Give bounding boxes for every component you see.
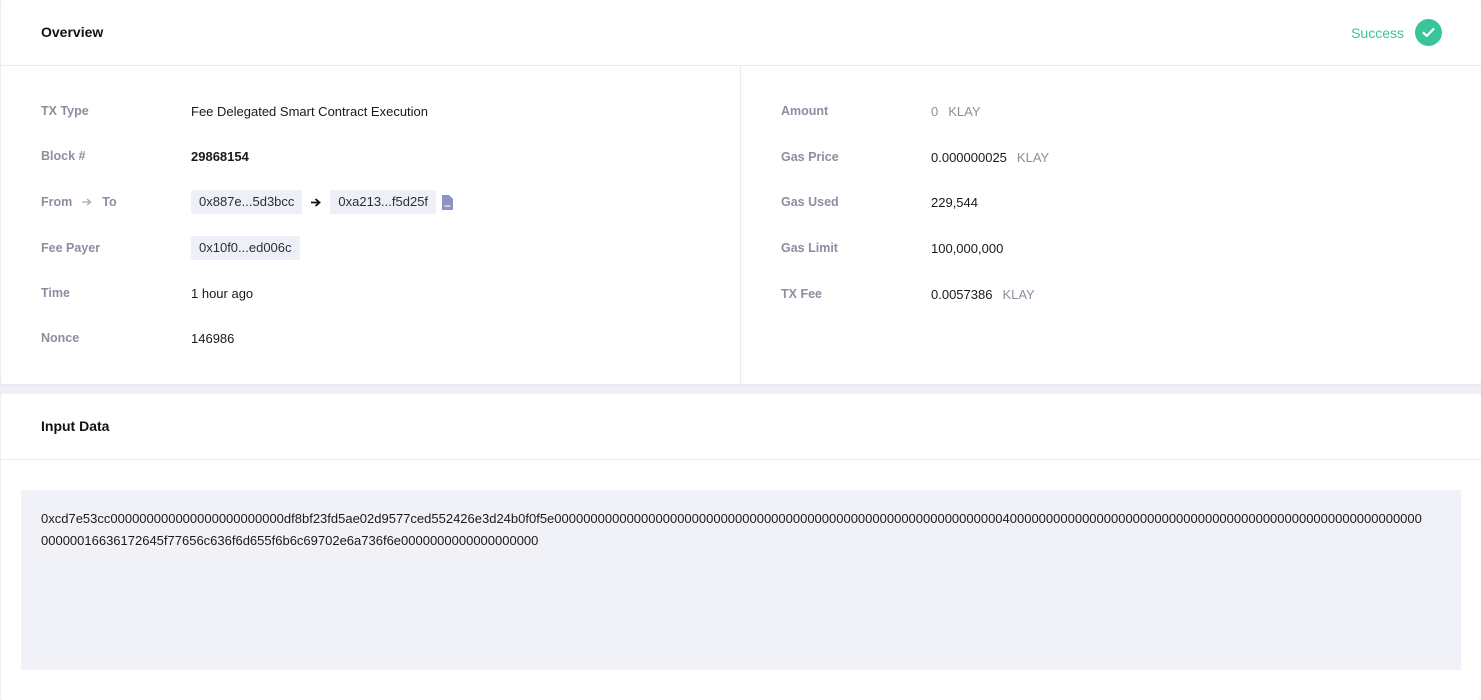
gas-limit-label: Gas Limit xyxy=(781,241,838,255)
nonce-label: Nonce xyxy=(41,331,80,345)
overview-card: Overview Success TX Type Fee Delegated S… xyxy=(1,0,1481,384)
amount-value: 0 KLAY xyxy=(931,104,981,119)
amount-label: Amount xyxy=(781,104,829,118)
overview-title: Overview xyxy=(41,24,104,40)
overview-header: Overview Success xyxy=(1,0,1481,66)
input-data-line-2: 00000016636172645f77656c636f6d655f6b6c69… xyxy=(41,533,539,548)
gas-price-number: 0.000000025 xyxy=(931,149,1007,165)
tx-fee-number: 0.0057386 xyxy=(931,286,993,302)
gas-limit-row: Gas Limit 100,000,000 xyxy=(1,236,1481,260)
amount-number: 0 xyxy=(931,103,939,119)
nonce-row: Nonce 146986 xyxy=(1,326,740,350)
tx-fee-value: 0.0057386 KLAY xyxy=(931,287,1035,302)
gas-used-value: 229,544 xyxy=(931,194,978,210)
nonce-value: 146986 xyxy=(191,330,235,346)
amount-row: Amount 0 KLAY xyxy=(1,99,1481,123)
overview-body: TX Type Fee Delegated Smart Contract Exe… xyxy=(1,66,1481,384)
status-indicator: Success xyxy=(1351,19,1442,46)
input-data-title: Input Data xyxy=(41,418,110,434)
gas-price-row: Gas Price 0.000000025 KLAY xyxy=(1,145,1481,169)
gas-limit-value: 100,000,000 xyxy=(931,240,1004,256)
input-data-card: Input Data 0xcd7e53cc0000000000000000000… xyxy=(1,394,1481,700)
gas-price-value: 0.000000025 KLAY xyxy=(931,150,1049,165)
gas-price-label: Gas Price xyxy=(781,150,839,164)
input-data-header: Input Data xyxy=(1,394,1481,460)
tx-fee-label: TX Fee xyxy=(781,287,822,301)
input-data-line-1: 0xcd7e53cc000000000000000000000000df8bf2… xyxy=(41,511,1422,526)
gas-price-unit: KLAY xyxy=(1016,149,1050,165)
tx-fee-unit: KLAY xyxy=(1002,286,1035,302)
amount-unit: KLAY xyxy=(948,103,981,119)
input-data-box[interactable]: 0xcd7e53cc000000000000000000000000df8bf2… xyxy=(21,490,1461,670)
gas-used-label: Gas Used xyxy=(781,195,839,209)
tx-fee-row: TX Fee 0.0057386 KLAY xyxy=(1,282,1481,306)
status-label: Success xyxy=(1351,24,1404,41)
gas-used-row: Gas Used 229,544 xyxy=(1,190,1481,214)
check-circle-icon xyxy=(1415,19,1442,46)
